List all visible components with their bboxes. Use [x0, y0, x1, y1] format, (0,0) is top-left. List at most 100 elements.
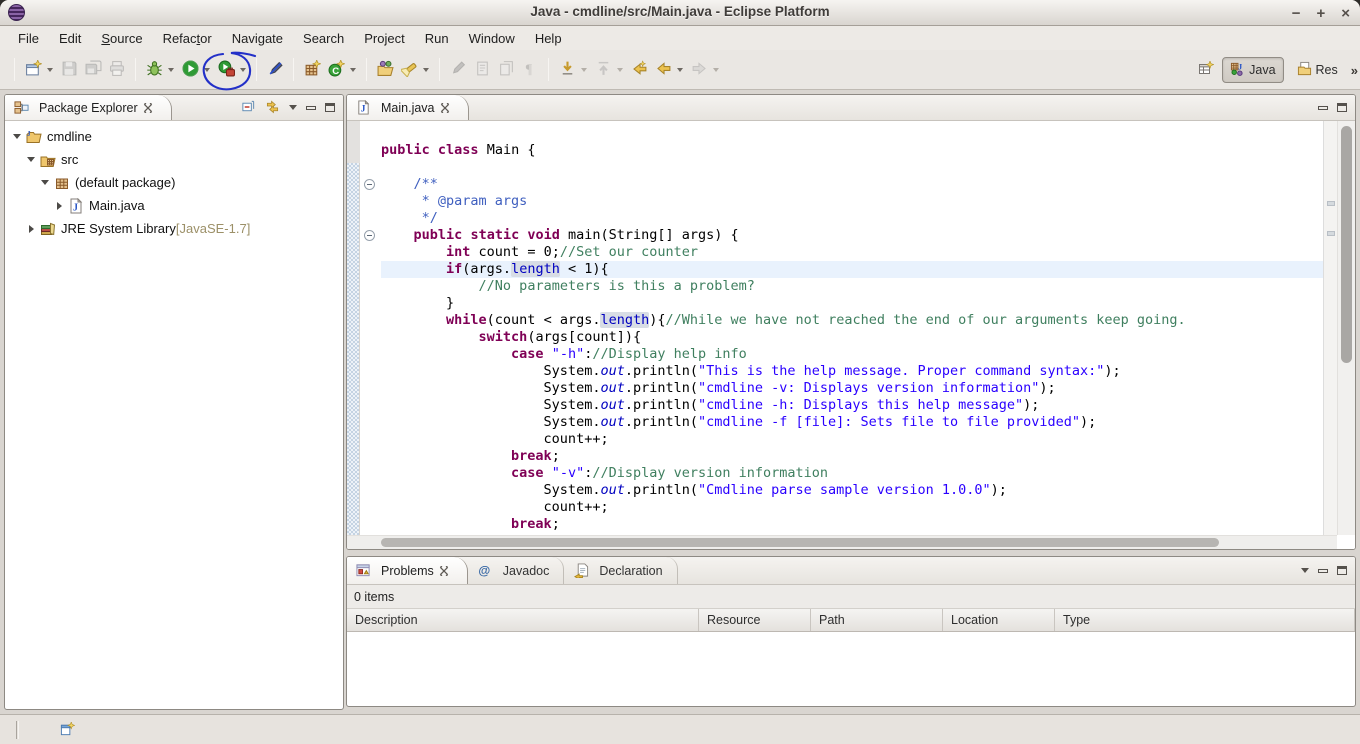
tab-declaration[interactable]: Declaration [564, 557, 677, 584]
tree-item-main-java[interactable]: JMain.java [5, 194, 343, 217]
tab-javadoc[interactable]: @Javadoc [468, 557, 565, 584]
maximize-view-icon[interactable] [1337, 566, 1347, 575]
dropdown-arrow-icon[interactable] [168, 68, 174, 72]
new-java-package-button[interactable] [301, 58, 323, 82]
fold-collapse-icon[interactable] [364, 230, 375, 241]
open-type-button[interactable] [374, 58, 396, 82]
chevron-collapsed-icon[interactable] [53, 202, 65, 210]
dropdown-arrow-icon[interactable] [677, 68, 683, 72]
dropdown-arrow-icon[interactable] [350, 68, 356, 72]
code-line-2[interactable] [381, 159, 1323, 176]
code-line-13[interactable]: case "-h"://Display help info [381, 346, 1323, 363]
code-line-5[interactable]: */ [381, 210, 1323, 227]
new-wizard-button[interactable] [22, 58, 44, 82]
maximize-editor-icon[interactable] [1337, 103, 1347, 112]
run-button[interactable] [179, 58, 201, 82]
tree-item-cmdline[interactable]: Jcmdline [5, 125, 343, 148]
run-external-tools-button[interactable] [215, 58, 237, 82]
problems-table-body[interactable] [347, 632, 1355, 704]
maximize-window-button[interactable]: + [1316, 6, 1325, 21]
tree-item-src[interactable]: src [5, 148, 343, 171]
collapse-all-icon[interactable] [241, 99, 256, 117]
close-window-button[interactable]: × [1341, 6, 1350, 21]
column-header-location[interactable]: Location [943, 609, 1055, 631]
tree-item--default-package-[interactable]: (default package) [5, 171, 343, 194]
chevron-expanded-icon[interactable] [25, 157, 37, 162]
column-header-path[interactable]: Path [811, 609, 943, 631]
code-line-23[interactable]: break; [381, 516, 1323, 533]
column-header-type[interactable]: Type [1055, 609, 1355, 631]
code-line-19[interactable]: break; [381, 448, 1323, 465]
code-editor[interactable]: public class Main { /** * @param args */… [381, 121, 1323, 535]
open-perspective-button[interactable] [1196, 59, 1216, 82]
tab-main-java[interactable]: J Main.java [347, 95, 469, 120]
menu-refactor[interactable]: Refactor [153, 28, 222, 49]
occurrence-marker[interactable] [1327, 201, 1335, 206]
restore-views-icon[interactable] [60, 722, 75, 740]
chevron-expanded-icon[interactable] [11, 134, 23, 139]
column-header-description[interactable]: Description [347, 609, 699, 631]
column-header-resource[interactable]: Resource [699, 609, 811, 631]
close-icon[interactable] [440, 103, 450, 113]
next-annotation-button[interactable] [556, 58, 578, 82]
code-line-22[interactable]: count++; [381, 499, 1323, 516]
dropdown-arrow-icon[interactable] [204, 68, 210, 72]
minimize-window-button[interactable]: − [1292, 6, 1301, 21]
code-line-1[interactable]: public class Main { [381, 142, 1323, 159]
close-icon[interactable] [439, 566, 449, 576]
vertical-scrollbar-thumb[interactable] [1341, 126, 1352, 363]
back-button[interactable] [652, 58, 674, 82]
menu-help[interactable]: Help [525, 28, 572, 49]
code-line-11[interactable]: while(count < args.length){//While we ha… [381, 312, 1323, 329]
code-line-4[interactable]: * @param args [381, 193, 1323, 210]
dropdown-arrow-icon[interactable] [240, 68, 246, 72]
view-menu-icon[interactable] [1301, 568, 1309, 573]
debug-button[interactable] [143, 58, 165, 82]
code-line-17[interactable]: System.out.println("cmdline -f [file]: S… [381, 414, 1323, 431]
code-line-8[interactable]: if(args.length < 1){ [381, 261, 1323, 278]
chevron-collapsed-icon[interactable] [25, 225, 37, 233]
code-line-10[interactable]: } [381, 295, 1323, 312]
code-line-20[interactable]: case "-v"://Display version information [381, 465, 1323, 482]
minimize-editor-icon[interactable] [1318, 106, 1328, 110]
maximize-view-icon[interactable] [325, 103, 335, 112]
toolbar-overflow-chevron[interactable]: » [1351, 63, 1359, 78]
editor-left-ruler[interactable] [347, 121, 360, 535]
menu-file[interactable]: File [8, 28, 49, 49]
code-line-9[interactable]: //No parameters is this a problem? [381, 278, 1323, 295]
link-with-editor-icon[interactable] [265, 99, 280, 117]
menu-navigate[interactable]: Navigate [222, 28, 293, 49]
tab-problems[interactable]: Problems [347, 557, 468, 584]
perspective-java-button[interactable]: JJava [1222, 57, 1283, 83]
trim-sash[interactable] [16, 721, 19, 739]
vertical-scrollbar[interactable] [1337, 121, 1355, 535]
menu-search[interactable]: Search [293, 28, 354, 49]
menu-run[interactable]: Run [415, 28, 459, 49]
menu-source[interactable]: Source [91, 28, 152, 49]
code-line-18[interactable]: count++; [381, 431, 1323, 448]
overview-ruler[interactable] [1323, 121, 1337, 535]
menu-project[interactable]: Project [354, 28, 414, 49]
code-line-15[interactable]: System.out.println("cmdline -v: Displays… [381, 380, 1323, 397]
code-line-21[interactable]: System.out.println("Cmdline parse sample… [381, 482, 1323, 499]
code-line-12[interactable]: switch(args[count]){ [381, 329, 1323, 346]
horizontal-scrollbar-thumb[interactable] [381, 538, 1219, 547]
menu-window[interactable]: Window [459, 28, 525, 49]
search-button[interactable] [398, 58, 420, 82]
chevron-expanded-icon[interactable] [39, 180, 51, 185]
code-line-6[interactable]: public static void main(String[] args) { [381, 227, 1323, 244]
code-line-14[interactable]: System.out.println("This is the help mes… [381, 363, 1323, 380]
occurrence-marker[interactable] [1327, 231, 1335, 236]
last-edit-location-button[interactable] [628, 58, 650, 82]
dropdown-arrow-icon[interactable] [47, 68, 53, 72]
minimize-view-icon[interactable] [306, 106, 316, 110]
horizontal-scrollbar[interactable] [347, 535, 1337, 549]
fold-collapse-icon[interactable] [364, 179, 375, 190]
tab-package-explorer[interactable]: Package Explorer [5, 95, 172, 120]
menu-edit[interactable]: Edit [49, 28, 91, 49]
tree-item-jre-system-library[interactable]: JRE System Library [JavaSE-1.7] [5, 217, 343, 240]
close-icon[interactable] [143, 103, 153, 113]
code-line-3[interactable]: /** [381, 176, 1323, 193]
perspective-res-button[interactable]: Res [1290, 58, 1345, 82]
code-line-16[interactable]: System.out.println("cmdline -h: Displays… [381, 397, 1323, 414]
